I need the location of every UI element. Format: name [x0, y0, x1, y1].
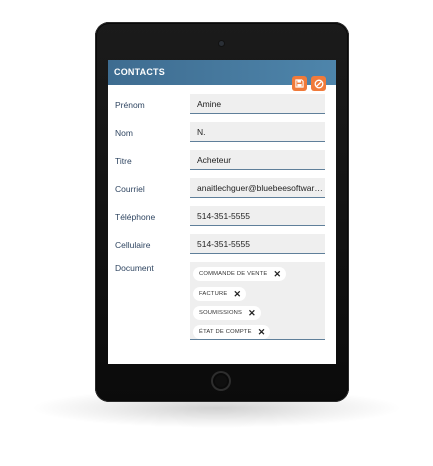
- cellulaire-input[interactable]: 514-351-5555: [190, 234, 325, 254]
- field-label: Cellulaire: [115, 240, 151, 250]
- panel-title: CONTACTS: [114, 67, 165, 77]
- cancel-button[interactable]: [311, 76, 326, 91]
- save-icon: [295, 79, 304, 88]
- field-label: Courriel: [115, 184, 145, 194]
- home-button[interactable]: [211, 371, 231, 391]
- field-label: Téléphone: [115, 212, 156, 222]
- tag-label: COMMANDE DE VENTE: [199, 271, 268, 277]
- remove-tag-icon[interactable]: ✕: [233, 289, 241, 299]
- app-screen: CONTACTS Prénom Amine Nom N. Titre Achet…: [108, 60, 336, 364]
- cancel-icon: [314, 79, 323, 88]
- tablet-frame: CONTACTS Prénom Amine Nom N. Titre Achet…: [95, 22, 349, 402]
- remove-tag-icon[interactable]: ✕: [273, 269, 281, 279]
- tag-chip: ÉTAT DE COMPTE ✕: [193, 325, 271, 339]
- save-button[interactable]: [292, 76, 307, 91]
- courriel-input[interactable]: anaitlechguer@bluebeesoftware....: [190, 178, 325, 198]
- titre-input[interactable]: Acheteur: [190, 150, 325, 170]
- document-tags-field[interactable]: COMMANDE DE VENTE ✕ FACTURE ✕ SOUMISSION…: [190, 262, 325, 340]
- remove-tag-icon[interactable]: ✕: [258, 327, 266, 337]
- tag-label: SOUMISSIONS: [199, 310, 243, 316]
- tag-chip: SOUMISSIONS ✕: [193, 306, 261, 320]
- remove-tag-icon[interactable]: ✕: [248, 308, 256, 318]
- field-label: Prénom: [115, 100, 145, 110]
- nom-input[interactable]: N.: [190, 122, 325, 142]
- telephone-input[interactable]: 514-351-5555: [190, 206, 325, 226]
- field-label: Titre: [115, 156, 132, 166]
- field-label: Nom: [115, 128, 133, 138]
- camera-icon: [219, 41, 224, 46]
- tag-chip: COMMANDE DE VENTE ✕: [193, 267, 287, 281]
- tag-chip: FACTURE ✕: [193, 287, 247, 301]
- tag-label: ÉTAT DE COMPTE: [199, 329, 252, 335]
- prenom-input[interactable]: Amine: [190, 94, 325, 114]
- document-label: Document: [115, 263, 154, 273]
- tag-label: FACTURE: [199, 291, 228, 297]
